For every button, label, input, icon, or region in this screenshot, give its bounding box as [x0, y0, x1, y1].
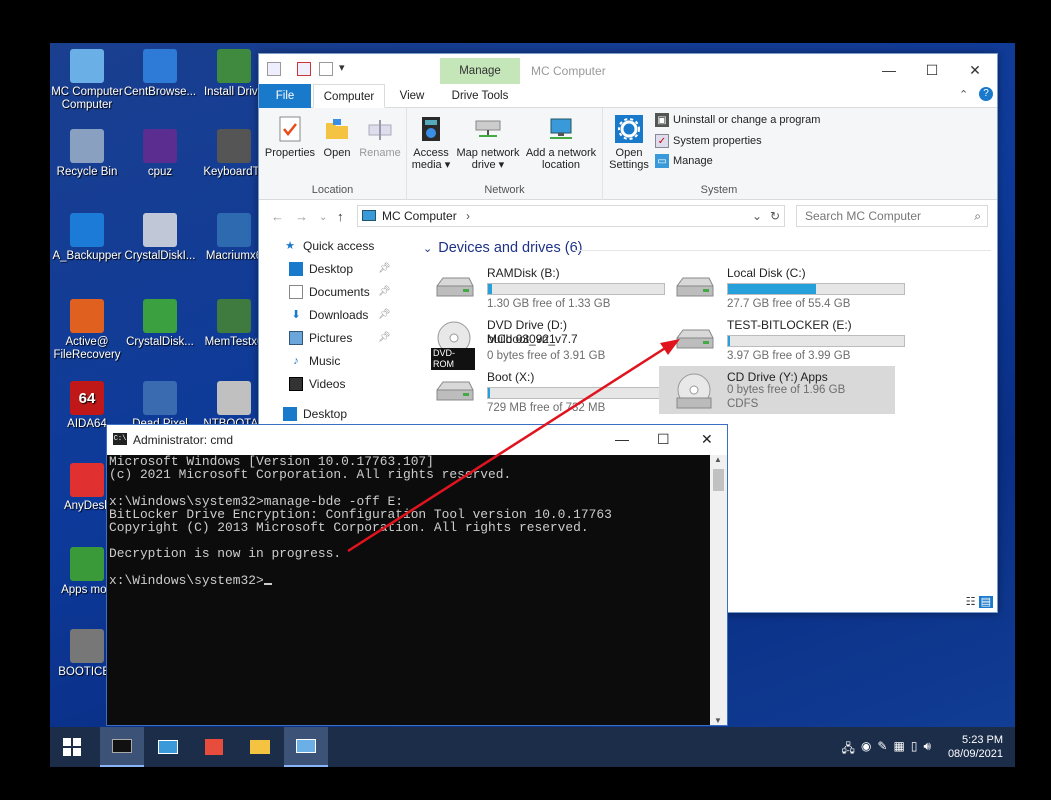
system-tray: 🖧︎ ◉ ✎ ▦ ▯ 🔊︎	[842, 739, 931, 760]
taskbar: 🖧︎ ◉ ✎ ▦ ▯ 🔊︎ 5:23 PM 08/09/2021	[50, 727, 1015, 767]
network-icon[interactable]: 🖧︎	[842, 739, 855, 760]
cmd-icon	[112, 739, 132, 753]
taskbar-file-explorer[interactable]	[238, 727, 282, 767]
usb-icon[interactable]: ▯	[911, 739, 918, 760]
clock-date: 08/09/2021	[947, 748, 1003, 760]
computer-icon	[296, 739, 316, 753]
desktop: MC Computer Computer Recycle Bin A_Backuppe…	[50, 43, 1015, 767]
taskbar-monitor[interactable]	[146, 727, 190, 767]
volume-icon[interactable]: 🔊︎	[923, 739, 931, 760]
taskbar-this-pc[interactable]	[284, 727, 328, 767]
folder-icon	[250, 740, 270, 754]
apps-icon	[205, 739, 223, 755]
clock-time: 5:23 PM	[962, 734, 1003, 746]
start-button[interactable]	[50, 727, 94, 767]
pen-icon[interactable]: ✎	[877, 739, 887, 760]
clock[interactable]: 5:23 PM 08/09/2021	[948, 733, 1003, 761]
media-icon[interactable]: ◉	[861, 739, 871, 760]
monitor-icon	[158, 740, 178, 754]
taskbar-apps[interactable]	[192, 727, 236, 767]
windows-logo-icon	[63, 738, 81, 756]
taskbar-cmd[interactable]	[100, 727, 144, 767]
color-icon[interactable]: ▦	[893, 739, 904, 760]
annotation-arrow	[347, 339, 680, 553]
